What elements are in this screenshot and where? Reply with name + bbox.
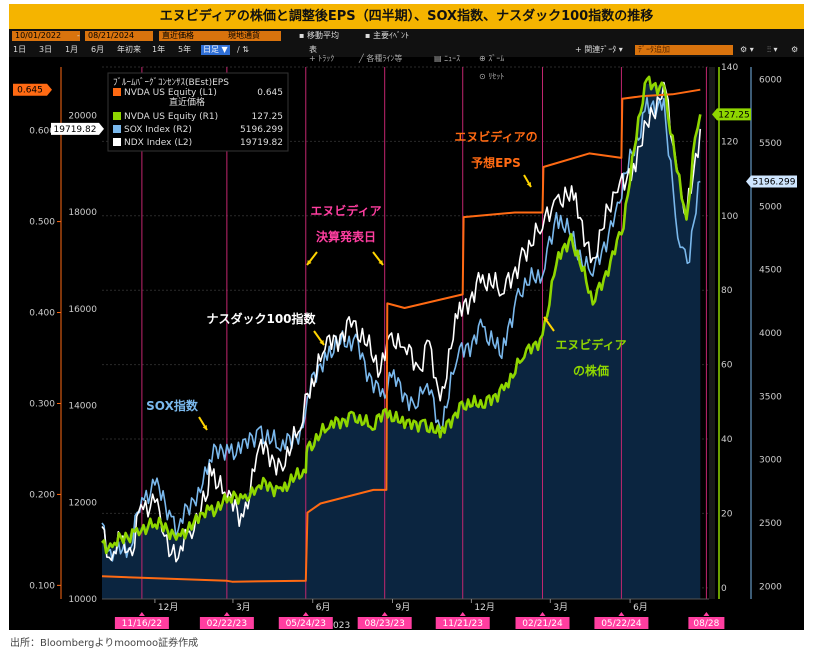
bloomberg-terminal: 10/01/2022 - 08/21/2024 直近価格 現地通貨 ▪ 移動平均… xyxy=(9,29,804,630)
ndx-axis-tick: 14000 xyxy=(68,402,97,412)
plot-tool-news: ▤ ﾆｭｰｽ xyxy=(434,54,460,63)
event-marker-icon xyxy=(539,612,546,616)
eps-axis-tick: 0.500 xyxy=(29,218,55,228)
sox-axis-tick: 5000 xyxy=(759,202,782,212)
x-axis-tick: 6月 xyxy=(316,602,331,613)
nvda-axis-tick: 60 xyxy=(721,361,733,371)
plot-tool-zoom: ⊕ ｽﾞｰﾑ xyxy=(479,54,504,63)
ndx-axis-tick: 18000 xyxy=(68,208,97,218)
ndx-value-tag: 19719.82 xyxy=(54,125,97,135)
nvda-axis-tick: 100 xyxy=(721,212,738,222)
event-marker-icon xyxy=(381,612,388,616)
legend-swatch xyxy=(113,125,121,133)
event-marker-icon xyxy=(223,612,230,616)
legend-series-value: 127.25 xyxy=(252,112,284,122)
legend-series-label: NVDA US Equity (L1) xyxy=(124,88,217,98)
event-date-label: 05/22/24 xyxy=(601,619,642,629)
x-axis-tick: 12月 xyxy=(158,602,178,613)
ndx-axis-tick: 16000 xyxy=(68,305,97,315)
x-axis-tick: 6月 xyxy=(633,602,648,613)
nvda-axis-tick: 80 xyxy=(721,286,733,296)
legend-swatch xyxy=(113,112,121,120)
ndx-annotation: ナスダック100指数 xyxy=(206,311,316,326)
event-marker-icon xyxy=(459,612,466,616)
sox-value-tag: 5196.299 xyxy=(753,177,796,187)
nvda-axis-tick: 20 xyxy=(721,509,733,519)
sox-axis-tick: 4500 xyxy=(759,266,782,276)
eps-value-tag: 0.645 xyxy=(17,86,43,96)
eps-axis-tick: 0.300 xyxy=(29,399,55,409)
sox-axis-tick: 2000 xyxy=(759,582,782,592)
legend-series-label: NVDA US Equity (R1) xyxy=(124,112,218,122)
event-marker-icon xyxy=(618,612,625,616)
eps-axis-tick: 0.400 xyxy=(29,309,55,319)
event-date-label: 11/21/23 xyxy=(443,619,483,629)
event-marker-icon xyxy=(302,612,309,616)
legend-header: ﾌﾞﾙｰﾑﾊﾞｰｸﾞｺﾝｾﾝｻｽ(BEst)EPS xyxy=(113,77,229,88)
chart-title: エヌビディアの株価と調整後EPS（四半期）、SOX指数、ナスダック100指数の推… xyxy=(9,4,804,29)
legend-series-value: 0.645 xyxy=(257,88,283,98)
event-marker-icon xyxy=(703,612,710,616)
sox-axis-tick: 2500 xyxy=(759,519,782,529)
source-note: 出所：Bloombergよりmoomoo証券作成 xyxy=(10,638,199,649)
legend-swatch xyxy=(113,88,121,96)
legend-swatch xyxy=(113,138,121,146)
legend-series-value: 19719.82 xyxy=(240,138,283,148)
ndx-axis-tick: 20000 xyxy=(68,111,97,121)
x-axis-tick: 9月 xyxy=(395,602,410,613)
sox-annotation: SOX指数 xyxy=(146,398,199,413)
event-date-label: 11/16/22 xyxy=(122,619,162,629)
nvda-annotation-line1: エヌビディア xyxy=(555,337,626,352)
legend-series-label: NDX Index (L2) xyxy=(124,138,192,148)
x-axis-tick: 3月 xyxy=(553,602,568,613)
ndx-axis-tick: 12000 xyxy=(68,498,97,508)
event-date-label: 02/21/24 xyxy=(522,619,563,629)
ndx-axis-tick: 10000 xyxy=(68,595,97,605)
plot-tool-track: + ﾄﾗｯｸ xyxy=(309,54,334,63)
event-date-label: 02/22/23 xyxy=(207,619,247,629)
eps-axis-tick: 0.100 xyxy=(29,581,55,591)
nvda-axis-tick: 40 xyxy=(721,435,733,445)
sox-axis-tick: 3500 xyxy=(759,392,782,402)
event-date-label: 05/24/23 xyxy=(286,619,326,629)
earnings-annotation-line2: 決算発表日 xyxy=(316,229,376,244)
eps-axis-tick: 0.200 xyxy=(29,490,55,500)
reset-zoom-button: ⊙ ﾘｾｯﾄ xyxy=(479,72,504,81)
sox-axis-tick: 5500 xyxy=(759,139,782,149)
nvda-axis-tick: 120 xyxy=(721,137,738,147)
nvda-annotation-line2: の株価 xyxy=(573,363,609,378)
sox-axis-tick: 6000 xyxy=(759,76,782,86)
nvda-value-tag: 127.25 xyxy=(718,110,750,120)
chart-area[interactable]: 0.1000.2000.3000.4000.5000.6001000012000… xyxy=(9,29,804,630)
eps-annotation-line1: エヌビディアの xyxy=(454,129,537,144)
future-shade xyxy=(709,67,715,599)
legend-series-value: 5196.299 xyxy=(240,125,283,135)
sox-axis-tick: 4000 xyxy=(759,329,782,339)
plot-tool-line-types: ╱ 各種ﾗｲﾝ等 xyxy=(358,53,402,63)
event-date-label: 08/28 xyxy=(693,619,719,629)
legend-series-label: SOX Index (R2) xyxy=(124,125,192,135)
sox-axis-tick: 3000 xyxy=(759,456,782,466)
eps-annotation-line2: 予想EPS xyxy=(471,155,521,170)
event-marker-icon xyxy=(138,612,145,616)
event-date-label: 08/23/23 xyxy=(364,619,404,629)
x-axis-tick: 12月 xyxy=(474,602,494,613)
nvda-axis-tick: 140 xyxy=(721,63,738,73)
x-axis-tick: 3月 xyxy=(236,602,251,613)
earnings-annotation-line1: エヌビディア xyxy=(310,203,381,218)
nvda-axis-tick: 0 xyxy=(721,584,727,594)
